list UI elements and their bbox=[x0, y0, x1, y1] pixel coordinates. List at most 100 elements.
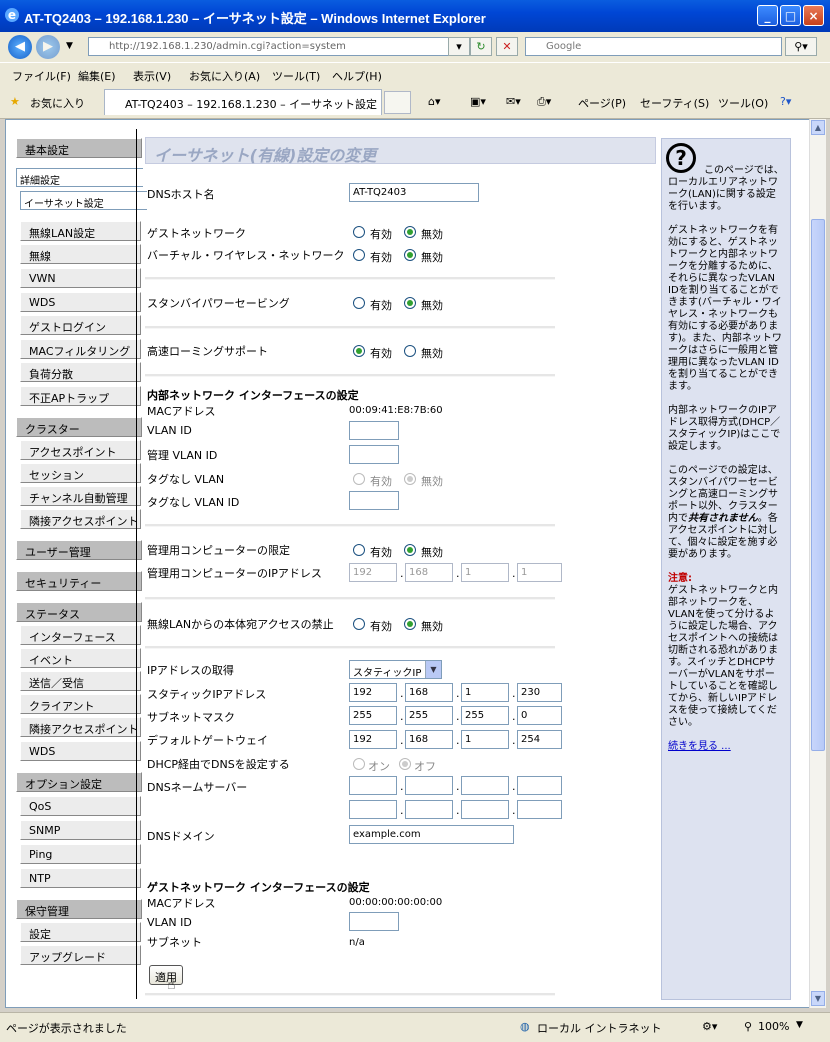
feeds-icon[interactable]: ▣▾ bbox=[470, 95, 486, 108]
dns2-octet-2[interactable] bbox=[405, 800, 453, 819]
nav-status-neighbor[interactable]: 隣接アクセスポイント bbox=[20, 717, 141, 737]
dns2-octet-4[interactable] bbox=[517, 800, 562, 819]
nav-mac-filter[interactable]: MACフィルタリング bbox=[20, 339, 141, 359]
nav-ethernet[interactable]: イーサネット設定 bbox=[20, 191, 147, 210]
forward-icon[interactable]: ▶ bbox=[36, 35, 60, 59]
mgmt-pc-ip-octet-1[interactable]: 192 bbox=[349, 563, 397, 582]
dns1-octet-3[interactable] bbox=[461, 776, 509, 795]
static-ip-octet-2[interactable]: 168 bbox=[405, 683, 453, 702]
fast-roaming-off-radio[interactable] bbox=[404, 345, 416, 357]
mgmt-pc-ip-octet-2[interactable]: 168 bbox=[405, 563, 453, 582]
mgmt-vlan-input[interactable] bbox=[349, 445, 399, 464]
nav-config[interactable]: 設定 bbox=[20, 922, 141, 942]
nav-wlan[interactable]: 無線LAN設定 bbox=[20, 221, 141, 241]
dhcp-dns-on-radio[interactable] bbox=[353, 758, 365, 770]
help-icon[interactable]: ?▾ bbox=[780, 95, 791, 108]
fast-roaming-on-radio[interactable] bbox=[353, 345, 365, 357]
nav-wds[interactable]: WDS bbox=[20, 292, 141, 312]
menu-tools[interactable]: ツール(T) bbox=[272, 68, 320, 84]
dns1-octet-1[interactable] bbox=[349, 776, 397, 795]
untagged-vlan-id-input[interactable] bbox=[349, 491, 399, 510]
zoom-icon[interactable]: ⚲ bbox=[744, 1020, 752, 1033]
address-input[interactable]: http://192.168.1.230/admin.cgi?action=sy… bbox=[88, 37, 466, 56]
history-dropdown-icon[interactable]: ▼ bbox=[66, 41, 73, 51]
nav-vwn[interactable]: VWN bbox=[20, 268, 141, 288]
guest-network-off-radio[interactable] bbox=[404, 226, 416, 238]
menu-help[interactable]: ヘルプ(H) bbox=[332, 68, 382, 84]
dhcp-dns-off-radio[interactable] bbox=[399, 758, 411, 770]
scroll-down-icon[interactable]: ▼ bbox=[811, 991, 825, 1006]
browser-tab[interactable]: AT-TQ2403 – 192.168.1.230 – イーサネット設定 bbox=[104, 89, 382, 115]
nav-wireless[interactable]: 無線 bbox=[20, 244, 141, 264]
nav-status-wds[interactable]: WDS bbox=[20, 741, 141, 761]
safety-menu[interactable]: セーフティ(S) bbox=[640, 95, 709, 111]
virtual-wireless-on-radio[interactable] bbox=[353, 249, 365, 261]
untagged-vlan-on-radio[interactable] bbox=[353, 473, 365, 485]
menu-favorites[interactable]: お気に入り(A) bbox=[189, 68, 260, 84]
mgmt-pc-limit-off-radio[interactable] bbox=[404, 544, 416, 556]
guest-vlan-input[interactable] bbox=[349, 912, 399, 931]
home-icon[interactable]: ⌂▾ bbox=[428, 95, 441, 108]
nav-guest-login[interactable]: ゲストログイン bbox=[20, 315, 141, 335]
nav-load-balance[interactable]: 負荷分散 bbox=[20, 362, 141, 382]
standby-power-off-radio[interactable] bbox=[404, 297, 416, 309]
nav-advanced[interactable]: 詳細設定 bbox=[16, 168, 143, 187]
gateway-octet-3[interactable]: 1 bbox=[461, 730, 509, 749]
standby-power-on-radio[interactable] bbox=[353, 297, 365, 309]
maximize-button[interactable]: □ bbox=[780, 5, 801, 26]
dns-domain-input[interactable]: example.com bbox=[349, 825, 514, 844]
search-icon[interactable]: ⚲▾ bbox=[785, 37, 817, 56]
gateway-octet-4[interactable]: 254 bbox=[517, 730, 562, 749]
apply-button[interactable]: 適用 bbox=[149, 965, 183, 985]
vlan-id-input[interactable] bbox=[349, 421, 399, 440]
dns1-octet-2[interactable] bbox=[405, 776, 453, 795]
mgmt-pc-ip-octet-3[interactable]: 1 bbox=[461, 563, 509, 582]
ip-acquire-select[interactable]: スタティックIP ▼ bbox=[349, 660, 442, 679]
nav-channel[interactable]: チャンネル自動管理 bbox=[20, 486, 141, 506]
menu-file[interactable]: ファイル(F) bbox=[12, 68, 71, 84]
page-menu[interactable]: ページ(P) bbox=[578, 95, 626, 111]
guest-network-on-radio[interactable] bbox=[353, 226, 365, 238]
zoom-level[interactable]: 100% bbox=[758, 1020, 789, 1033]
nav-status[interactable]: ステータス bbox=[16, 602, 142, 622]
nav-upgrade[interactable]: アップグレード bbox=[20, 945, 141, 965]
nav-ping[interactable]: Ping bbox=[20, 844, 141, 864]
address-dropdown-icon[interactable]: ▾ bbox=[448, 37, 470, 56]
gateway-octet-1[interactable]: 192 bbox=[349, 730, 397, 749]
minimize-button[interactable]: _ bbox=[757, 5, 778, 26]
static-ip-octet-3[interactable]: 1 bbox=[461, 683, 509, 702]
subnet-octet-2[interactable]: 255 bbox=[405, 706, 453, 725]
nav-clients[interactable]: クライアント bbox=[20, 694, 141, 714]
tools-menu[interactable]: ツール(O) bbox=[718, 95, 768, 111]
static-ip-octet-4[interactable]: 230 bbox=[517, 683, 562, 702]
nav-neighbor-ap[interactable]: 隣接アクセスポイント bbox=[20, 509, 141, 529]
close-button[interactable]: × bbox=[803, 5, 824, 26]
print-icon[interactable]: ⎙▾ bbox=[537, 95, 551, 109]
search-input[interactable]: Google bbox=[525, 37, 782, 56]
scrollbar-thumb[interactable] bbox=[811, 219, 825, 751]
wlan-access-on-radio[interactable] bbox=[353, 618, 365, 630]
dns1-octet-4[interactable] bbox=[517, 776, 562, 795]
nav-cluster[interactable]: クラスター bbox=[16, 417, 142, 437]
help-more-link[interactable]: 続きを見る ... bbox=[668, 741, 731, 752]
nav-options[interactable]: オプション設定 bbox=[16, 772, 142, 792]
refresh-icon[interactable]: ↻ bbox=[470, 37, 492, 56]
static-ip-octet-1[interactable]: 192 bbox=[349, 683, 397, 702]
stop-icon[interactable]: ✕ bbox=[496, 37, 518, 56]
protected-mode-icon[interactable]: ⚙▾ bbox=[702, 1020, 717, 1033]
gateway-octet-2[interactable]: 168 bbox=[405, 730, 453, 749]
menu-edit[interactable]: 編集(E) bbox=[78, 68, 116, 84]
nav-snmp[interactable]: SNMP bbox=[20, 820, 141, 840]
subnet-octet-4[interactable]: 0 bbox=[517, 706, 562, 725]
nav-interface[interactable]: インターフェース bbox=[20, 625, 141, 645]
zoom-dropdown-icon[interactable]: ▼ bbox=[796, 1020, 803, 1030]
untagged-vlan-off-radio[interactable] bbox=[404, 473, 416, 485]
nav-maintenance[interactable]: 保守管理 bbox=[16, 899, 142, 919]
nav-basic[interactable]: 基本設定 bbox=[16, 138, 142, 158]
new-tab-button[interactable] bbox=[384, 91, 411, 114]
nav-security[interactable]: セキュリティー bbox=[16, 571, 142, 591]
nav-user-mgmt[interactable]: ユーザー管理 bbox=[16, 540, 142, 560]
dns-host-input[interactable]: AT-TQ2403 bbox=[349, 183, 479, 202]
vertical-scrollbar[interactable]: ▲ ▼ bbox=[809, 119, 826, 1008]
nav-qos[interactable]: QoS bbox=[20, 796, 141, 816]
